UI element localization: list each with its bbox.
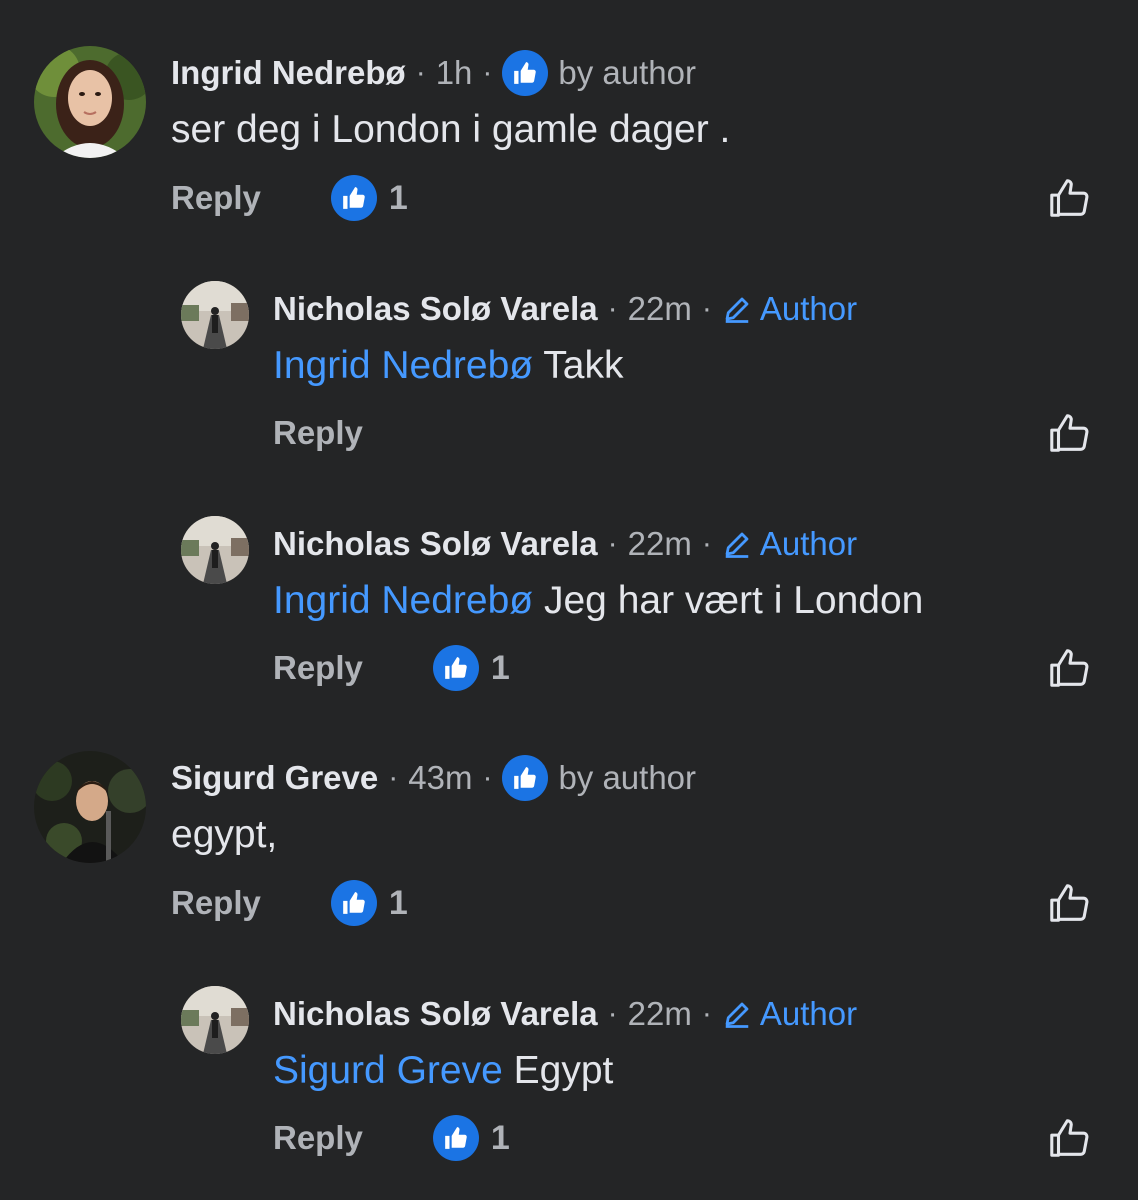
reaction-count: 1 (388, 178, 408, 217)
liked-by-author-label: by author (558, 54, 696, 91)
comment-body: Jeg har vært i London (533, 579, 924, 622)
separator: · (482, 56, 493, 89)
reaction-summary[interactable]: 1 (330, 880, 408, 926)
mention-link[interactable]: Ingrid Nedrebø (273, 344, 533, 387)
avatar[interactable] (181, 516, 249, 584)
author-tag-label: Author (759, 525, 858, 562)
thumbs-up-icon (502, 755, 549, 801)
reaction-summary[interactable]: 1 (330, 175, 408, 221)
reply-button[interactable]: Reply (273, 414, 363, 452)
comment-thread: Ingrid Nedrebø · 1h · by author ser deg … (0, 0, 1138, 1200)
comment-body: ser deg i London i gamle dager . (171, 108, 731, 151)
separator: · (388, 761, 399, 794)
reply-button[interactable]: Reply (273, 649, 363, 687)
comment-actions: Reply 1 (273, 643, 510, 693)
comment-text: Ingrid Nedrebø Takk (273, 344, 623, 388)
separator: · (701, 292, 712, 325)
comment-actions: Reply 1 (273, 1113, 510, 1163)
thumbs-up-outline-icon (1050, 1119, 1089, 1157)
avatar[interactable] (34, 751, 146, 863)
comment-text: ser deg i London i gamle dager . (171, 108, 730, 152)
like-button[interactable] (1046, 644, 1094, 692)
separator: · (701, 997, 712, 1030)
thumbs-up-icon (432, 1115, 479, 1161)
timestamp[interactable]: 22m (628, 995, 692, 1033)
comment-text: Sigurd Greve Egypt (273, 1049, 613, 1093)
thumbs-up-icon (330, 880, 377, 926)
thumbs-up-outline-icon (1050, 414, 1089, 452)
timestamp[interactable]: 43m (408, 759, 472, 797)
author-tag: Author (722, 290, 857, 328)
avatar[interactable] (181, 281, 249, 349)
avatar[interactable] (34, 46, 146, 158)
reaction-count: 1 (388, 883, 408, 922)
comment-header: Ingrid Nedrebø · 1h · by author (171, 48, 696, 98)
timestamp[interactable]: 22m (628, 525, 692, 563)
reply-button[interactable]: Reply (273, 1119, 363, 1157)
mention-link[interactable]: Ingrid Nedrebø (273, 579, 533, 622)
author-tag: Author (722, 525, 857, 563)
comment-body: Egypt (502, 1049, 614, 1092)
comment-header: Nicholas Solø Varela · 22m · Author (273, 519, 857, 569)
comment-body: egypt, (171, 813, 278, 856)
like-button[interactable] (1046, 174, 1094, 222)
author-name[interactable]: Nicholas Solø Varela (273, 995, 598, 1033)
author-tag-label: Author (759, 290, 858, 327)
reaction-count: 1 (490, 1118, 510, 1157)
mention-link[interactable]: Sigurd Greve (273, 1049, 503, 1092)
liked-by-author-label: by author (558, 759, 697, 796)
pencil-icon (722, 294, 752, 324)
reaction-summary[interactable]: 1 (432, 1115, 510, 1161)
comment-header: Nicholas Solø Varela · 22m · Author (273, 989, 857, 1039)
comment-actions: Reply 1 (171, 173, 408, 223)
thumbs-up-icon (432, 645, 479, 691)
timestamp[interactable]: 1h (436, 54, 473, 92)
thumbs-up-icon (502, 50, 549, 96)
author-tag: Author (722, 995, 857, 1033)
like-button[interactable] (1046, 879, 1094, 927)
reply-button[interactable]: Reply (171, 179, 261, 217)
thumbs-up-outline-icon (1050, 179, 1089, 217)
reaction-summary[interactable]: 1 (432, 645, 510, 691)
separator: · (415, 56, 426, 89)
avatar[interactable] (181, 986, 249, 1054)
separator: · (607, 997, 618, 1030)
author-tag-label: Author (759, 995, 858, 1032)
comment-text: Ingrid Nedrebø Jeg har vært i London (273, 579, 923, 623)
author-name[interactable]: Ingrid Nedrebø (171, 54, 406, 92)
timestamp[interactable]: 22m (628, 290, 692, 328)
author-name[interactable]: Nicholas Solø Varela (273, 525, 598, 563)
comment-body: Takk (533, 344, 624, 387)
like-button[interactable] (1046, 1114, 1094, 1162)
pencil-icon (722, 529, 752, 559)
reply-button[interactable]: Reply (171, 884, 261, 922)
comment-actions: Reply (273, 408, 363, 458)
comment-header: Sigurd Greve · 43m · by author (171, 753, 696, 803)
separator: · (607, 292, 618, 325)
comment-actions: Reply 1 (171, 878, 408, 928)
author-name[interactable]: Nicholas Solø Varela (273, 290, 598, 328)
pencil-icon (722, 999, 752, 1029)
thumbs-up-icon (330, 175, 377, 221)
separator: · (482, 761, 493, 794)
like-button[interactable] (1046, 409, 1094, 457)
comment-text: egypt, (171, 813, 277, 857)
reaction-count: 1 (490, 648, 510, 687)
separator: · (607, 527, 618, 560)
author-name[interactable]: Sigurd Greve (171, 759, 378, 797)
thumbs-up-outline-icon (1050, 884, 1089, 922)
comment-header: Nicholas Solø Varela · 22m · Author (273, 284, 857, 334)
separator: · (701, 527, 712, 560)
thumbs-up-outline-icon (1050, 649, 1089, 687)
